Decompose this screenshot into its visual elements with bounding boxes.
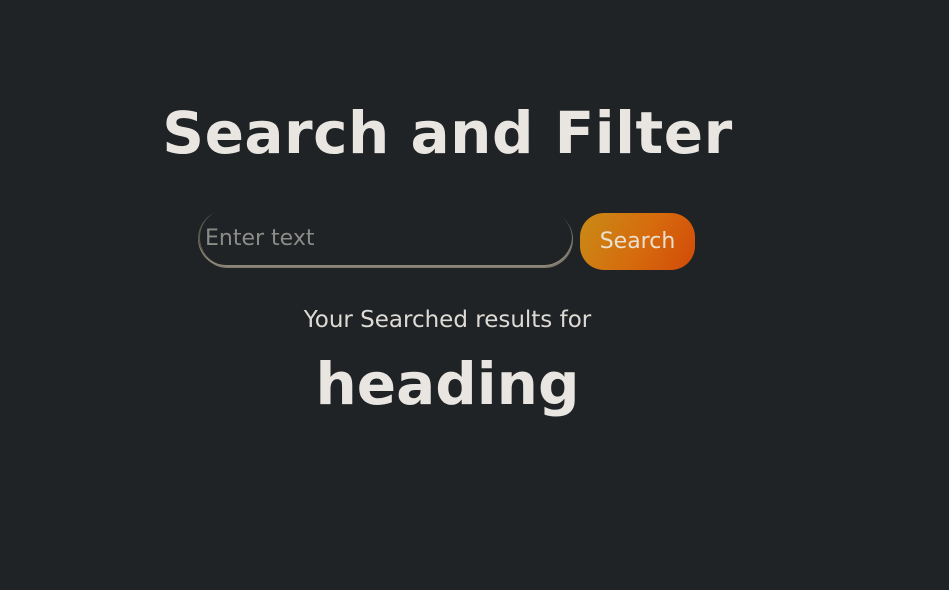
- page-title: Search and Filter: [162, 99, 733, 167]
- page: Search and Filter Search Your Searched r…: [0, 0, 949, 590]
- search-button[interactable]: Search: [580, 213, 695, 270]
- search-term-heading: heading: [315, 350, 580, 418]
- results-label: Your Searched results for: [303, 307, 592, 333]
- search-input[interactable]: [198, 210, 572, 267]
